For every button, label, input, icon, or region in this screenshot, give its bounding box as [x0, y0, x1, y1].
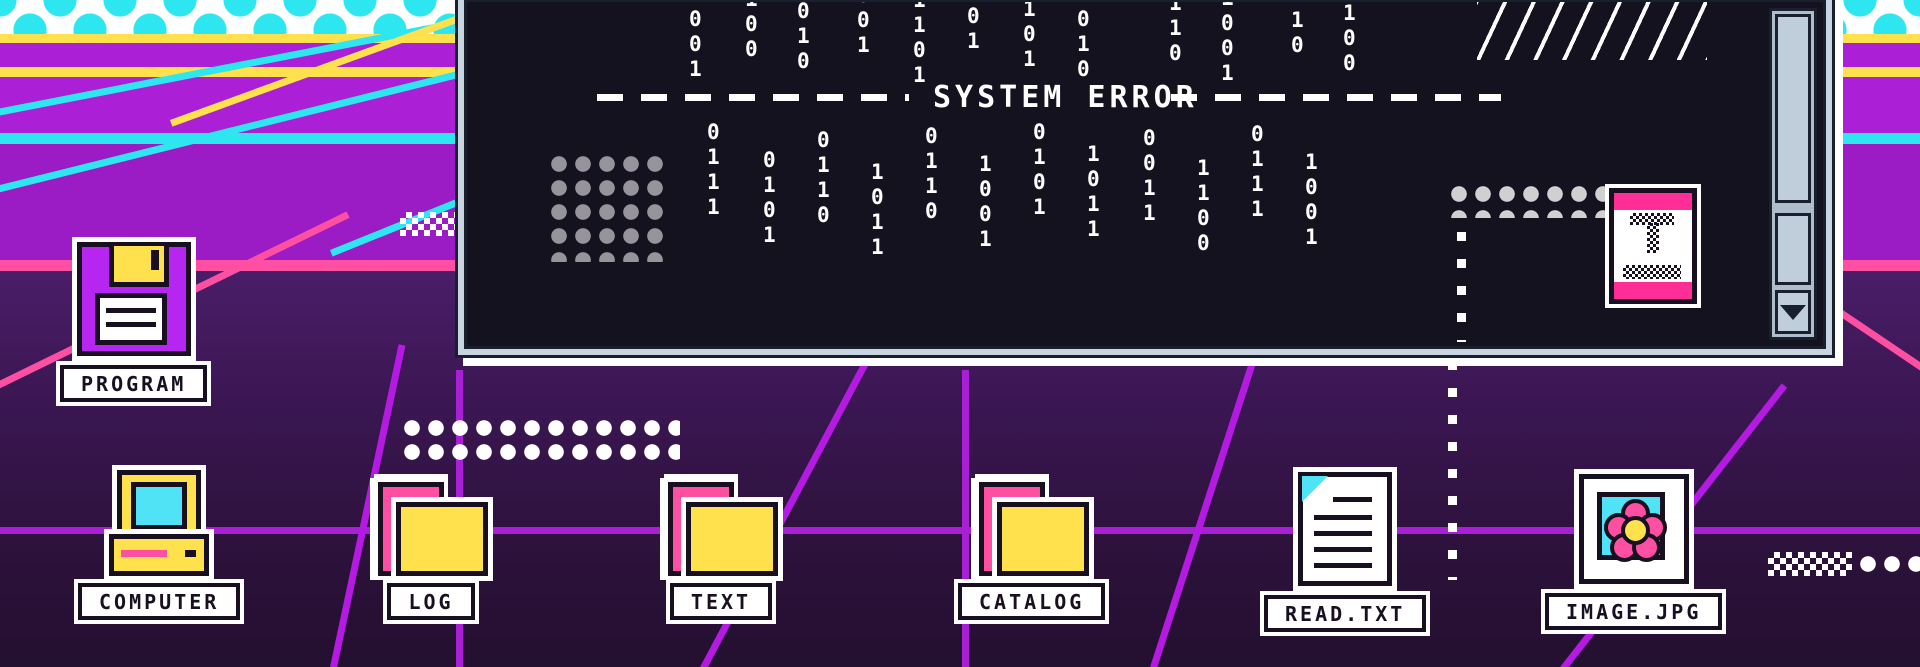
binary-column: 1 0 0 1 — [1221, 2, 1234, 85]
folder-front — [396, 502, 488, 576]
desktop-icon-image-jpg[interactable]: IMAGE.JPG — [1545, 474, 1723, 630]
glitch-dots-midleft — [400, 416, 680, 464]
dash-rule-left — [597, 94, 909, 101]
window-scrollbar[interactable] — [1769, 8, 1817, 340]
binary-column: 1 1 0 0 — [1343, 2, 1356, 75]
binary-column: 1 1 0 1 — [913, 2, 926, 87]
computer-disk-slot — [121, 550, 168, 557]
glitch-block-right — [1768, 552, 1852, 576]
binary-column: 0 1 0 1 — [1033, 120, 1046, 219]
dash-rule-right — [1171, 94, 1501, 101]
hourglass-sand-bottom — [1623, 265, 1681, 279]
floppy-disk-icon — [76, 242, 191, 356]
desktop-icon-text[interactable]: TEXT — [668, 482, 778, 620]
floppy-shutter — [108, 246, 169, 287]
binary-column: 1 0 1 0 — [1077, 2, 1090, 81]
computer-screen — [131, 482, 188, 530]
binary-column: 0 1 1 1 — [707, 120, 720, 219]
binary-column: 1 0 1 0 — [797, 2, 810, 73]
screen-speckle-left — [547, 152, 667, 262]
computer-icon — [109, 470, 210, 576]
flower-center — [1620, 516, 1650, 545]
hourglass-bottom-cap — [1614, 282, 1692, 299]
system-error-window[interactable]: 1 0 0 1 1 1 0 0 1 0 1 0 0 0 0 1 1 1 0 1 … — [455, 0, 1835, 358]
screen-vertical-dots — [1457, 232, 1466, 342]
binary-column: 1 0 0 1 — [1305, 150, 1318, 249]
chevron-down-icon — [1780, 304, 1806, 320]
hourglass-icon — [1609, 188, 1697, 304]
folder-front — [996, 502, 1089, 576]
hourglass-neck — [1647, 223, 1659, 253]
screen-glitch-streaks — [1477, 2, 1707, 60]
icon-label-catalog: CATALOG — [958, 583, 1106, 620]
binary-column: 1 0 0 1 — [967, 2, 980, 53]
desktop-icon-computer[interactable]: COMPUTER — [78, 470, 241, 620]
binary-column: 0 1 0 1 — [763, 148, 776, 247]
desktop-background: PROGRAM COMPUTER LOG TEXT CATALOG READ.T… — [0, 0, 1920, 667]
scrollbar-thumb[interactable] — [1775, 14, 1811, 204]
desktop-icon-catalog[interactable]: CATALOG — [958, 482, 1106, 620]
error-screen: 1 0 0 1 1 1 0 0 1 0 1 0 0 0 0 1 1 1 0 1 … — [467, 2, 1823, 346]
scrollbar-down-button[interactable] — [1775, 290, 1811, 334]
binary-column: 0 0 0 1 — [857, 2, 870, 57]
floppy-label-area — [94, 293, 167, 345]
binary-column: 0 1 1 0 — [817, 128, 830, 227]
binary-column: 0 1 1 0 — [1291, 2, 1304, 57]
icon-label-computer: COMPUTER — [78, 583, 241, 620]
desktop-icon-log[interactable]: LOG — [378, 482, 488, 620]
binary-column: 1 1 0 0 — [745, 2, 758, 61]
folder-front — [686, 502, 778, 576]
document-folded-corner — [1302, 476, 1329, 502]
document-icon — [1298, 472, 1393, 586]
document-line — [1314, 563, 1373, 568]
binary-column: 1 0 1 1 — [871, 160, 884, 259]
binary-column: 0 1 1 0 — [1169, 2, 1182, 65]
binary-column: 0 0 1 1 — [1143, 126, 1156, 225]
computer-power-light — [185, 550, 197, 557]
binary-column: 1 0 0 1 — [979, 152, 992, 251]
document-line — [1314, 531, 1373, 536]
image-file-icon — [1578, 474, 1689, 584]
binary-column: 0 1 1 1 — [1251, 122, 1264, 221]
system-error-message: SYSTEM ERROR — [933, 80, 1198, 115]
binary-column: 1 1 0 0 — [1197, 156, 1210, 255]
desktop-icon-program[interactable]: PROGRAM — [60, 242, 208, 402]
folder-icon — [378, 482, 488, 576]
document-line — [1314, 547, 1373, 552]
image-thumbnail — [1596, 492, 1667, 562]
hourglass-top-cap — [1614, 193, 1692, 210]
document-line — [1314, 515, 1373, 520]
binary-column: 0 1 1 0 — [925, 124, 938, 223]
scrollbar-track[interactable] — [1775, 213, 1811, 285]
binary-column: 1 0 1 1 — [1087, 142, 1100, 241]
desktop-icon-read-txt[interactable]: READ.TXT — [1264, 472, 1427, 632]
icon-label-log: LOG — [387, 583, 475, 620]
window-inner-frame: 1 0 0 1 1 1 0 0 1 0 1 0 0 0 0 1 1 1 0 1 … — [464, 0, 1826, 349]
folder-icon — [978, 482, 1089, 576]
computer-monitor — [117, 470, 202, 542]
icon-label-image-jpg: IMAGE.JPG — [1545, 593, 1723, 630]
icon-label-read-txt: READ.TXT — [1264, 595, 1427, 632]
computer-base — [109, 534, 210, 576]
icon-label-text: TEXT — [669, 583, 773, 620]
binary-column: 1 0 0 1 — [689, 2, 702, 81]
binary-column: 0 1 0 1 — [1023, 2, 1036, 71]
glitch-dots-right — [1856, 552, 1920, 576]
icon-label-program: PROGRAM — [60, 365, 208, 402]
folder-icon — [668, 482, 778, 576]
document-line — [1333, 497, 1373, 502]
